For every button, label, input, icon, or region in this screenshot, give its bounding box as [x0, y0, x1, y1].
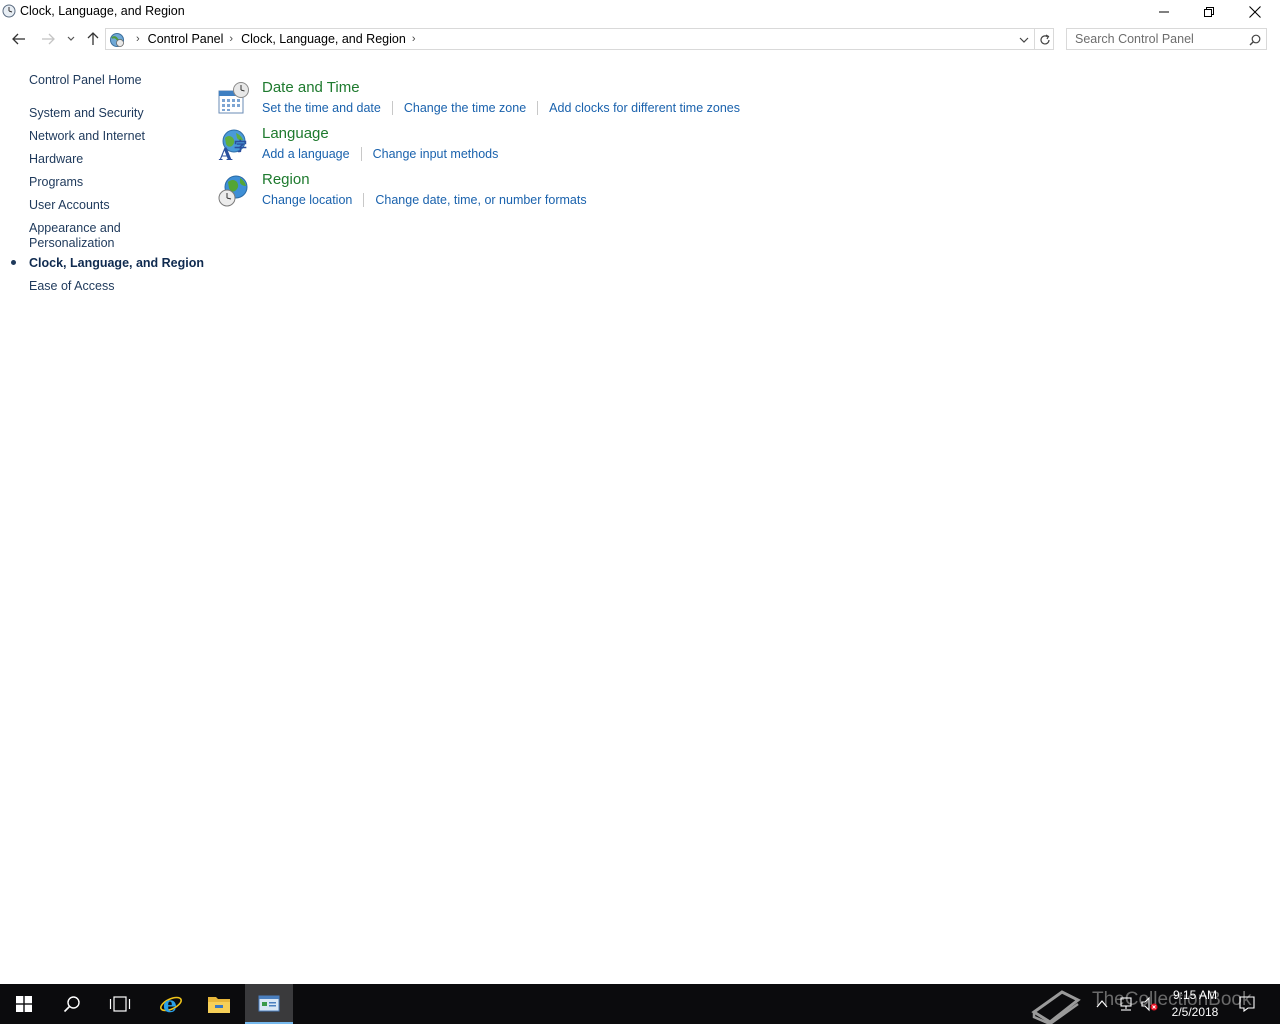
language-title-link[interactable]: Language	[262, 125, 329, 142]
breadcrumb: › Control Panel › Clock, Language, and R…	[130, 29, 423, 49]
arrow-left-icon	[12, 33, 25, 45]
breadcrumb-separator-icon[interactable]: ›	[136, 33, 140, 45]
arrow-right-icon	[42, 33, 55, 45]
volume-muted-icon	[1141, 996, 1158, 1012]
change-input-methods-link[interactable]: Change input methods	[373, 147, 499, 161]
action-center-button[interactable]	[1236, 984, 1258, 1024]
language-icon: A 字	[218, 129, 247, 163]
taskbar-clock[interactable]: 9:15 AM 2/5/2018	[1166, 987, 1224, 1021]
sidebar-item-user-accounts[interactable]: User Accounts	[29, 198, 110, 213]
refresh-icon	[1040, 34, 1050, 45]
close-button[interactable]	[1232, 0, 1278, 24]
search-box[interactable]	[1066, 28, 1267, 50]
svg-text:A: A	[218, 145, 233, 163]
link-divider	[363, 193, 365, 207]
navigation-bar: › Control Panel › Clock, Language, and R…	[0, 26, 1280, 52]
address-bar[interactable]: › Control Panel › Clock, Language, and R…	[105, 28, 1054, 50]
notification-icon	[1239, 996, 1255, 1012]
up-button[interactable]	[83, 29, 103, 49]
close-icon	[1249, 6, 1261, 18]
taskbar: e TheCollectionBook 9:15 AM 2/5/2018	[0, 984, 1280, 1024]
task-view-button[interactable]	[96, 984, 144, 1024]
change-time-zone-link[interactable]: Change the time zone	[404, 101, 526, 115]
refresh-button[interactable]	[1036, 31, 1054, 49]
chevron-down-icon	[67, 36, 75, 41]
search-icon[interactable]	[1247, 32, 1263, 48]
set-time-date-link[interactable]: Set the time and date	[262, 101, 381, 115]
volume-button[interactable]	[1140, 984, 1160, 1024]
window-title: Clock, Language, and Region	[20, 4, 185, 18]
minimize-icon	[1159, 11, 1169, 13]
control-panel-window: Clock, Language, and Region › Control Pa…	[0, 0, 1280, 984]
minimize-button[interactable]	[1141, 0, 1187, 24]
internet-explorer-button[interactable]: e	[147, 984, 195, 1024]
network-button[interactable]	[1116, 984, 1136, 1024]
chevron-down-icon	[1019, 37, 1029, 43]
breadcrumb-clock-language-region[interactable]: Clock, Language, and Region	[241, 32, 406, 46]
link-divider	[391, 101, 393, 115]
network-icon	[1120, 997, 1132, 1011]
address-history-button[interactable]	[1016, 32, 1032, 48]
category-date-time: Date and Time Set the time and date Chan…	[216, 79, 776, 123]
region-links: Change location Change date, time, or nu…	[262, 193, 587, 207]
sidebar-item-ease-of-access[interactable]: Ease of Access	[29, 279, 114, 294]
region-icon	[218, 175, 248, 207]
add-clocks-link[interactable]: Add clocks for different time zones	[549, 101, 740, 115]
region-title-link[interactable]: Region	[262, 171, 310, 188]
arrow-up-icon	[87, 32, 99, 45]
folder-icon	[208, 997, 230, 1013]
category-language: A 字 Language Add a language Change input…	[216, 125, 776, 169]
control-panel-app-icon	[2, 4, 16, 18]
start-button[interactable]	[0, 984, 48, 1024]
restore-button[interactable]	[1186, 0, 1232, 24]
control-panel-icon	[110, 33, 124, 47]
taskbar-search-button[interactable]	[48, 984, 96, 1024]
show-hidden-icons-button[interactable]	[1093, 984, 1111, 1024]
link-divider	[537, 101, 539, 115]
sidebar-item-clock-language-region[interactable]: Clock, Language, and Region	[29, 256, 204, 271]
windows-logo-icon	[16, 996, 32, 1012]
book-logo-icon	[1031, 990, 1081, 1024]
recent-locations-button[interactable]	[63, 29, 79, 49]
breadcrumb-separator-icon[interactable]: ›	[229, 33, 233, 45]
sidebar-item-appearance-personalization[interactable]: Appearance and Personalization	[29, 221, 149, 251]
date-time-icon	[218, 82, 249, 114]
svg-text:字: 字	[234, 139, 247, 155]
breadcrumb-control-panel[interactable]: Control Panel	[148, 32, 224, 46]
link-divider	[360, 147, 362, 161]
search-input[interactable]	[1067, 29, 1243, 49]
internet-explorer-icon: e	[160, 992, 182, 1016]
back-button[interactable]	[9, 29, 29, 49]
sidebar-control-panel-home[interactable]: Control Panel Home	[29, 73, 142, 88]
search-icon	[63, 996, 80, 1013]
change-location-link[interactable]: Change location	[262, 193, 352, 207]
chevron-up-icon	[1096, 1000, 1108, 1008]
sidebar-item-programs[interactable]: Programs	[29, 175, 83, 190]
title-bar: Clock, Language, and Region	[0, 0, 1280, 24]
sidebar-item-system-security[interactable]: System and Security	[29, 106, 144, 121]
svg-text:e: e	[163, 992, 177, 1016]
date-time-title-link[interactable]: Date and Time	[262, 79, 360, 96]
current-item-bullet-icon	[11, 260, 16, 265]
file-explorer-button[interactable]	[195, 984, 243, 1024]
control-panel-icon	[258, 995, 280, 1012]
forward-button[interactable]	[38, 29, 58, 49]
restore-icon	[1204, 7, 1214, 17]
sidebar-item-hardware[interactable]: Hardware	[29, 152, 83, 167]
change-formats-link[interactable]: Change date, time, or number formats	[375, 193, 586, 207]
breadcrumb-separator-icon[interactable]: ›	[412, 33, 416, 45]
language-links: Add a language Change input methods	[262, 147, 498, 161]
task-view-icon	[109, 996, 131, 1012]
add-language-link[interactable]: Add a language	[262, 147, 350, 161]
control-panel-taskbar-button[interactable]	[245, 984, 293, 1024]
clock-date: 2/5/2018	[1171, 1005, 1219, 1019]
address-divider	[1034, 29, 1035, 49]
date-time-links: Set the time and date Change the time zo…	[262, 101, 740, 115]
category-region: Region Change location Change date, time…	[216, 171, 776, 215]
sidebar-item-network-internet[interactable]: Network and Internet	[29, 129, 145, 144]
clock-time: 9:15 AM	[1172, 988, 1218, 1002]
